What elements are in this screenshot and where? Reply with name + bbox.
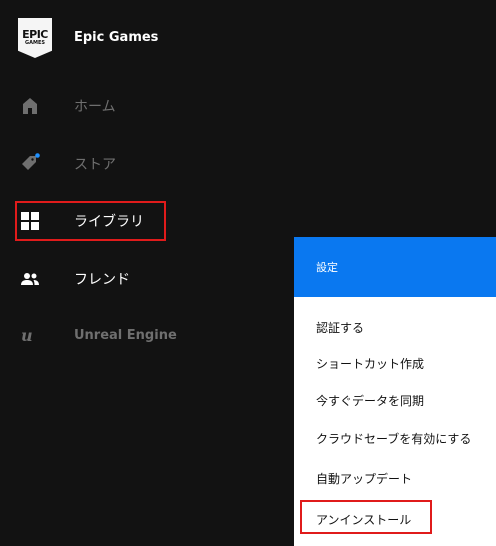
menu-item-enable-cloud-save[interactable]: クラウドセーブを有効にする (316, 430, 471, 447)
logo-line-1: EPIC (22, 28, 48, 41)
epic-games-logo: EPIC GAMES (18, 18, 52, 58)
home-icon (18, 94, 42, 118)
svg-text:u: u (21, 326, 33, 344)
brand[interactable]: EPIC GAMES Epic Games (18, 18, 158, 58)
menu-item-verify[interactable]: 認証する (316, 319, 364, 336)
menu-header-label: 設定 (316, 261, 338, 274)
uninstall-highlight-outline (300, 500, 432, 534)
sidebar-item-unreal-engine[interactable]: u Unreal Engine (18, 315, 177, 355)
brand-name: Epic Games (74, 30, 159, 45)
sidebar-item-store[interactable]: ストア (18, 144, 116, 184)
menu-item-auto-update[interactable]: 自動アップデート (316, 470, 412, 487)
menu-item-create-shortcut[interactable]: ショートカット作成 (316, 355, 424, 372)
sidebar-item-label: ストア (74, 157, 116, 173)
sidebar-item-home[interactable]: ホーム (18, 86, 116, 126)
store-tag-icon (18, 152, 42, 176)
library-highlight-outline (15, 201, 166, 241)
unreal-engine-icon: u (18, 323, 42, 347)
sidebar-item-friends[interactable]: フレンド (18, 259, 130, 299)
logo-line-2: GAMES (25, 40, 45, 46)
menu-item-settings[interactable]: 設定 (294, 237, 496, 297)
sidebar-item-label: Unreal Engine (74, 327, 177, 343)
friends-icon (18, 267, 42, 291)
menu-item-sync-now[interactable]: 今すぐデータを同期 (316, 392, 424, 409)
sidebar-item-label: ホーム (74, 99, 116, 115)
context-menu: 設定 認証する ショートカット作成 今すぐデータを同期 クラウドセーブを有効にす… (294, 237, 496, 546)
sidebar-item-label: フレンド (74, 272, 130, 288)
